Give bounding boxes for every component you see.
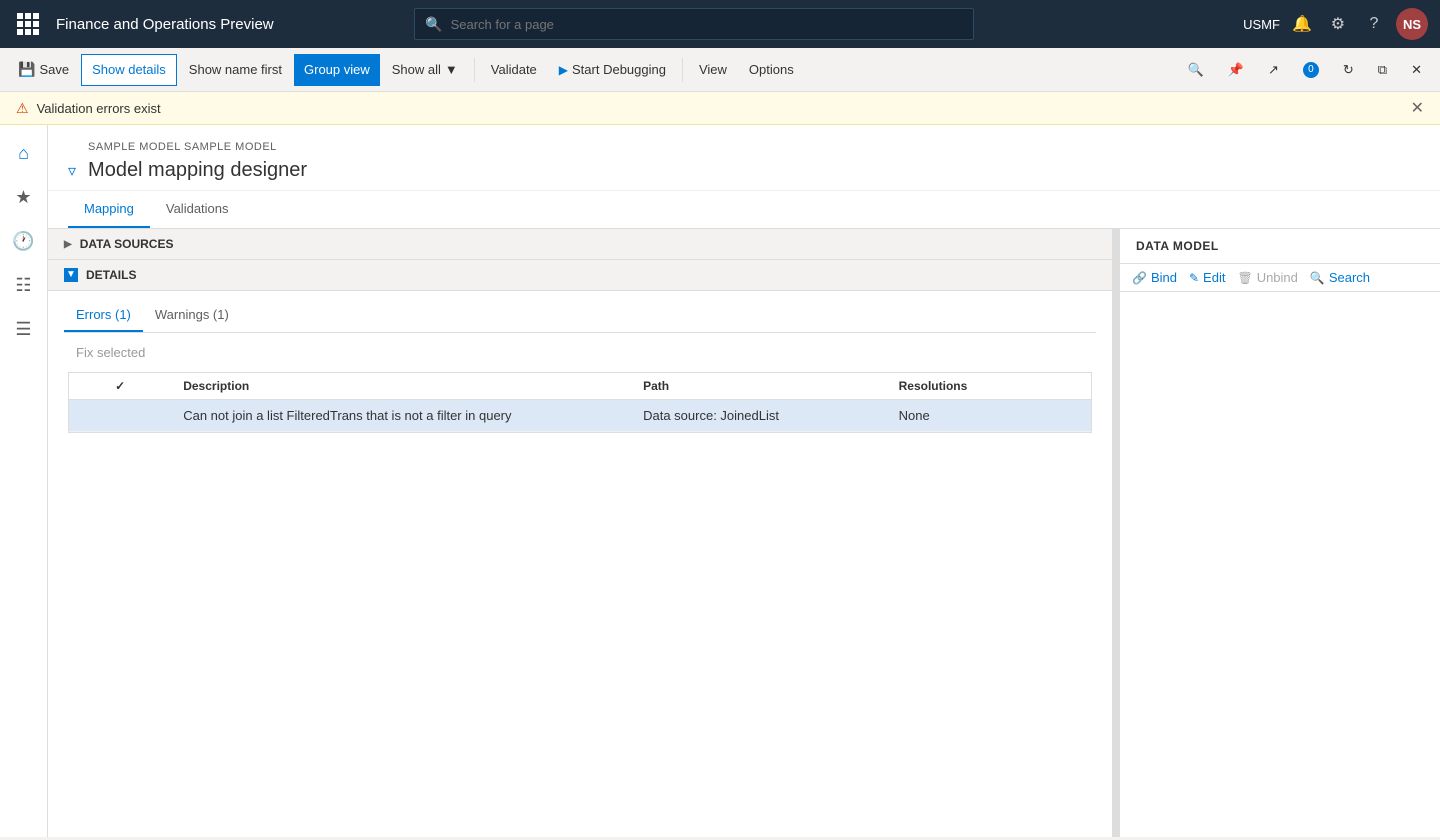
collapse-icon: ▼ [64,268,78,282]
search-dm-icon: 🔍 [1310,271,1325,285]
page-tabs: Mapping Validations [48,191,1440,229]
show-details-button[interactable]: Show details [81,54,177,86]
unbind-icon: 🗑 [1237,271,1252,285]
data-model-header: DATA MODEL [1120,229,1440,264]
top-nav-right: USMF 🔔 ⚙ ? NS [1243,8,1428,40]
col-path: Path [631,373,887,400]
open-new-icon[interactable]: ⧉ [1368,54,1397,86]
designer-area: ▶ DATA SOURCES ▼ DETAILS Errors (1) Warn… [48,229,1440,837]
tab-mapping[interactable]: Mapping [68,191,150,228]
edit-button[interactable]: ✎ Edit [1189,270,1225,285]
command-bar: 💾 Save Show details Show name first Grou… [0,48,1440,92]
row-description: Can not join a list FilteredTrans that i… [171,400,631,432]
sidebar: ⌂ ★ 🕐 ☷ ☰ [0,125,48,837]
validate-button[interactable]: Validate [481,54,547,86]
settings-icon[interactable]: ⚙ [1324,10,1352,38]
banner-close-button[interactable]: ✕ [1411,98,1424,118]
validation-banner: ⚠ Validation errors exist ✕ [0,92,1440,125]
chevron-down-icon: ▼ [445,62,458,77]
edit-icon: ✎ [1189,271,1199,285]
expand-icon[interactable]: ↗ [1258,54,1289,86]
errors-tab[interactable]: Errors (1) [64,299,143,332]
top-nav: Finance and Operations Preview 🔍 USMF 🔔 … [0,0,1440,48]
search-input[interactable] [451,17,964,32]
sidebar-icon-favorites[interactable]: ★ [4,177,44,217]
debug-icon: ▶ [559,63,568,77]
separator-1 [474,58,475,82]
user-label: USMF [1243,17,1280,32]
search-button[interactable]: 🔍 Search [1310,270,1370,285]
details-body: Errors (1) Warnings (1) Fix selected [48,291,1112,441]
notifications-badge[interactable]: 0 [1293,54,1329,86]
global-search-bar[interactable]: 🔍 [414,8,974,40]
errors-table: ✓ Description Path Resolutions [69,373,1091,432]
fix-selected-button[interactable]: Fix selected [64,341,157,364]
right-panel: DATA MODEL 🔗 Bind ✎ Edit 🗑 Unbind [1120,229,1440,837]
show-all-button[interactable]: Show all ▼ [382,54,468,86]
validation-message: Validation errors exist [37,101,161,116]
refresh-icon[interactable]: ↻ [1333,54,1364,86]
app-grid-icon[interactable] [12,8,44,40]
details-label: DETAILS [86,268,136,282]
details-section-header[interactable]: ▼ DETAILS [48,260,1112,291]
close-icon[interactable]: ✕ [1401,54,1432,86]
content-area: ▿ SAMPLE MODEL SAMPLE MODEL Model mappin… [48,125,1440,837]
row-check [69,400,171,432]
table-row[interactable]: Can not join a list FilteredTrans that i… [69,400,1091,432]
row-resolution: None [887,400,1091,432]
unbind-button[interactable]: 🗑 Unbind [1237,270,1297,285]
data-sources-header[interactable]: ▶ DATA SOURCES [48,229,1112,260]
start-debugging-button[interactable]: ▶ Start Debugging [549,54,676,86]
sidebar-icon-workspaces[interactable]: ☷ [4,265,44,305]
errors-table-head: ✓ Description Path Resolutions [69,373,1091,400]
sidebar-icon-modules[interactable]: ☰ [4,309,44,349]
separator-2 [682,58,683,82]
tab-validations[interactable]: Validations [150,191,245,228]
help-icon[interactable]: ? [1360,10,1388,38]
avatar[interactable]: NS [1396,8,1428,40]
options-button[interactable]: Options [739,54,804,86]
main-layout: ⌂ ★ 🕐 ☷ ☰ ▿ SAMPLE MODEL SAMPLE MODEL Mo… [0,125,1440,837]
data-model-toolbar: 🔗 Bind ✎ Edit 🗑 Unbind 🔍 Search [1120,264,1440,292]
bind-icon: 🔗 [1132,271,1147,285]
bind-button[interactable]: 🔗 Bind [1132,270,1177,285]
filter-icon[interactable]: ▿ [68,161,76,181]
details-section: ▼ DETAILS Errors (1) Warnings (1) Fix se… [48,260,1112,441]
show-name-first-button[interactable]: Show name first [179,54,292,86]
expand-right-icon: ▶ [64,239,72,250]
col-check: ✓ [69,373,171,400]
warnings-tab[interactable]: Warnings (1) [143,299,241,332]
col-description: Description [171,373,631,400]
search-icon: 🔍 [425,16,442,33]
breadcrumb: SAMPLE MODEL SAMPLE MODEL [88,141,307,153]
sidebar-icon-home[interactable]: ⌂ [4,133,44,173]
save-button[interactable]: 💾 Save [8,54,79,86]
search-cmd-icon[interactable]: 🔍 [1178,54,1214,86]
view-button[interactable]: View [689,54,737,86]
col-resolutions: Resolutions [887,373,1091,400]
group-view-button[interactable]: Group view [294,54,380,86]
left-panel: ▶ DATA SOURCES ▼ DETAILS Errors (1) Warn… [48,229,1116,837]
errors-table-body: Can not join a list FilteredTrans that i… [69,400,1091,432]
pin-icon[interactable]: 📌 [1218,54,1254,86]
app-title: Finance and Operations Preview [56,16,274,33]
page-header: ▿ SAMPLE MODEL SAMPLE MODEL Model mappin… [48,125,1440,191]
save-icon: 💾 [18,61,35,78]
errors-table-container: ✓ Description Path Resolutions [68,372,1092,433]
data-sources-label: DATA SOURCES [80,237,174,251]
page-title: Model mapping designer [88,159,307,182]
sidebar-icon-recent[interactable]: 🕐 [4,221,44,261]
warning-icon: ⚠ [16,100,29,117]
notification-icon[interactable]: 🔔 [1288,10,1316,38]
row-path: Data source: JoinedList [631,400,887,432]
details-tabs: Errors (1) Warnings (1) [64,299,1096,333]
